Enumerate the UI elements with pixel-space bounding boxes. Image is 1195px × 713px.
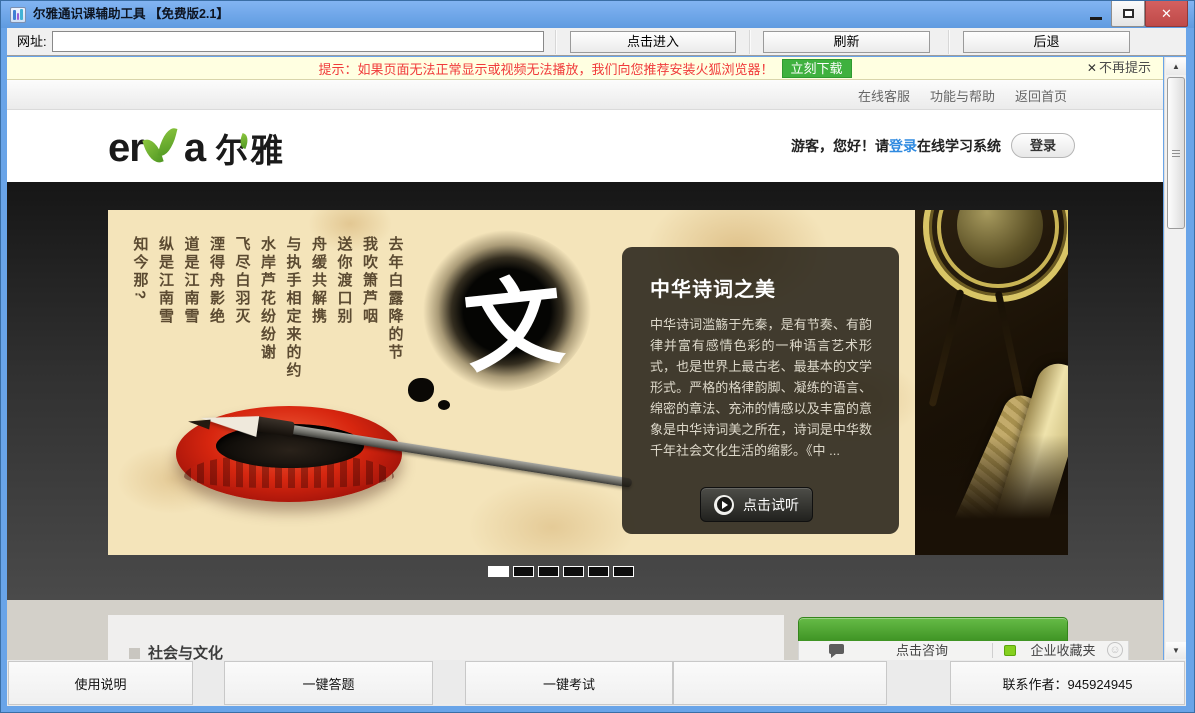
carousel-next-slide-preview[interactable] xyxy=(915,210,1068,555)
notice-bar: 提示：如果页面无法正常显示或视频无法播放，我们向您推荐安装火狐浏览器！ 立刻下载… xyxy=(7,57,1163,80)
url-label: 网址: xyxy=(17,28,47,55)
play-icon xyxy=(714,495,734,515)
nav-link-online-service[interactable]: 在线客服 xyxy=(858,86,910,105)
nav-link-help[interactable]: 功能与帮助 xyxy=(930,86,995,105)
carousel-dot-1[interactable] xyxy=(488,566,509,577)
nav-link-home[interactable]: 返回首页 xyxy=(1015,86,1067,105)
logo-text-a: a xyxy=(184,126,205,171)
lower-content: 社会与文化 点击咨询 企业收藏夹(0) ☺ xyxy=(7,600,1163,660)
carousel-dot-2[interactable] xyxy=(513,566,534,577)
consult-widget-header xyxy=(798,617,1068,641)
divider xyxy=(992,643,993,658)
erya-logo: er a 尔雅 xyxy=(108,125,285,171)
maximize-button[interactable] xyxy=(1111,1,1145,27)
ink-drop xyxy=(438,400,450,410)
category-panel: 社会与文化 xyxy=(108,615,784,660)
bottom-toolbar: 使用说明 一键答题 一键考试 联系作者：945924945 xyxy=(7,660,1186,706)
minimize-button[interactable] xyxy=(1081,1,1111,27)
scroll-down-arrow[interactable]: ▼ xyxy=(1166,642,1186,659)
toolbar-separator xyxy=(749,30,750,54)
section-title: 社会与文化 xyxy=(148,642,223,660)
slide-description: 中华诗词滥觞于先秦，是有节奏、有韵律并富有感情色彩的一种语言艺术形式，也是世界上… xyxy=(650,314,872,461)
scrollbar-grip xyxy=(1172,150,1180,157)
section-bullet-icon xyxy=(129,648,140,659)
logo-text-er: er xyxy=(108,126,144,171)
close-icon: ✕ xyxy=(1087,61,1097,75)
carousel-dot-5[interactable] xyxy=(588,566,609,577)
window-title: 尔雅通识课辅助工具 【免费版2.1】 xyxy=(33,1,229,28)
speech-bubble-icon xyxy=(829,644,844,654)
url-input[interactable] xyxy=(52,31,544,52)
listen-button[interactable]: 点击试听 xyxy=(700,487,813,522)
logo-text-cn: 尔雅 xyxy=(215,124,285,172)
globe-stand xyxy=(995,291,1027,410)
ink-drop xyxy=(408,378,434,402)
greeting-area: 游客，您好！请登录在线学习系统 登录 xyxy=(791,133,1075,158)
maximize-icon xyxy=(1123,9,1134,18)
empty-panel xyxy=(673,661,887,705)
slide-title: 中华诗词之美 xyxy=(650,273,872,302)
site-header: er a 尔雅 游客，您好！请登录在线学习系统 登录 xyxy=(7,111,1163,182)
dismiss-notice-button[interactable]: ✕不再提示 xyxy=(1087,57,1151,79)
globe-stand xyxy=(929,289,965,407)
enter-button[interactable]: 点击进入 xyxy=(570,31,736,53)
back-button[interactable]: 后退 xyxy=(963,31,1130,53)
status-dot-icon xyxy=(1004,645,1016,656)
app-window: 尔雅通识课辅助工具 【免费版2.1】 ✕ 网址: 点击进入 刷新 后退 提示：如… xyxy=(0,0,1195,713)
leaf-icon xyxy=(144,125,184,171)
browser-viewport: 在线客服 功能与帮助 返回首页 er a 尔雅 游客，您好！请登录在线学习系统 … xyxy=(7,80,1163,660)
refresh-button[interactable]: 刷新 xyxy=(763,31,930,53)
download-firefox-button[interactable]: 立刻下载 xyxy=(782,59,852,78)
floor-shadow xyxy=(915,435,1068,555)
listen-button-label: 点击试听 xyxy=(743,495,799,515)
toolbar-separator xyxy=(948,30,949,54)
close-button[interactable]: ✕ xyxy=(1145,1,1188,27)
close-icon: ✕ xyxy=(1161,6,1172,22)
login-link[interactable]: 登录 xyxy=(889,138,917,154)
one-click-exam-button[interactable]: 一键考试 xyxy=(465,661,673,705)
carousel-dot-3[interactable] xyxy=(538,566,559,577)
site-navbar: 在线客服 功能与帮助 返回首页 xyxy=(7,80,1163,110)
poem-calligraphy: 去年白露降的节 我吹箫芦咽 送你渡口别 舟缓共解携 与执手相定来的约 水岸芦花纷… xyxy=(122,236,403,554)
minimize-icon xyxy=(1090,17,1102,20)
url-toolbar: 网址: 点击进入 刷新 后退 xyxy=(7,28,1186,56)
title-bar: 尔雅通识课辅助工具 【免费版2.1】 ✕ xyxy=(1,1,1194,28)
usage-help-button[interactable]: 使用说明 xyxy=(8,661,193,705)
carousel-dot-6[interactable] xyxy=(613,566,634,577)
one-click-answer-button[interactable]: 一键答题 xyxy=(224,661,433,705)
contact-author-label: 联系作者：945924945 xyxy=(950,661,1185,705)
login-button[interactable]: 登录 xyxy=(1011,133,1075,158)
consult-widget-row: 点击咨询 企业收藏夹(0) ☺ xyxy=(798,641,1129,660)
ink-character-wen: 文 xyxy=(446,240,580,394)
notice-text: 提示：如果页面无法正常显示或视频无法播放，我们向您推荐安装火狐浏览器！ xyxy=(318,59,773,78)
carousel-dots xyxy=(488,566,634,577)
scroll-up-arrow[interactable]: ▲ xyxy=(1166,58,1186,75)
smiley-icon: ☺ xyxy=(1107,642,1123,658)
favorites-button[interactable]: 企业收藏夹(0) xyxy=(1023,641,1103,660)
app-icon xyxy=(10,7,26,23)
carousel-dot-4[interactable] xyxy=(563,566,584,577)
toolbar-separator xyxy=(555,30,556,54)
scrollbar-thumb[interactable] xyxy=(1167,77,1185,229)
consult-button[interactable]: 点击咨询 xyxy=(859,641,985,660)
banner-carousel: 去年白露降的节 我吹箫芦咽 送你渡口别 舟缓共解携 与执手相定来的约 水岸芦花纷… xyxy=(7,182,1163,600)
greeting-text: 游客，您好！请登录在线学习系统 xyxy=(791,136,1001,156)
vertical-scrollbar[interactable]: ▲ ▼ xyxy=(1164,57,1186,660)
